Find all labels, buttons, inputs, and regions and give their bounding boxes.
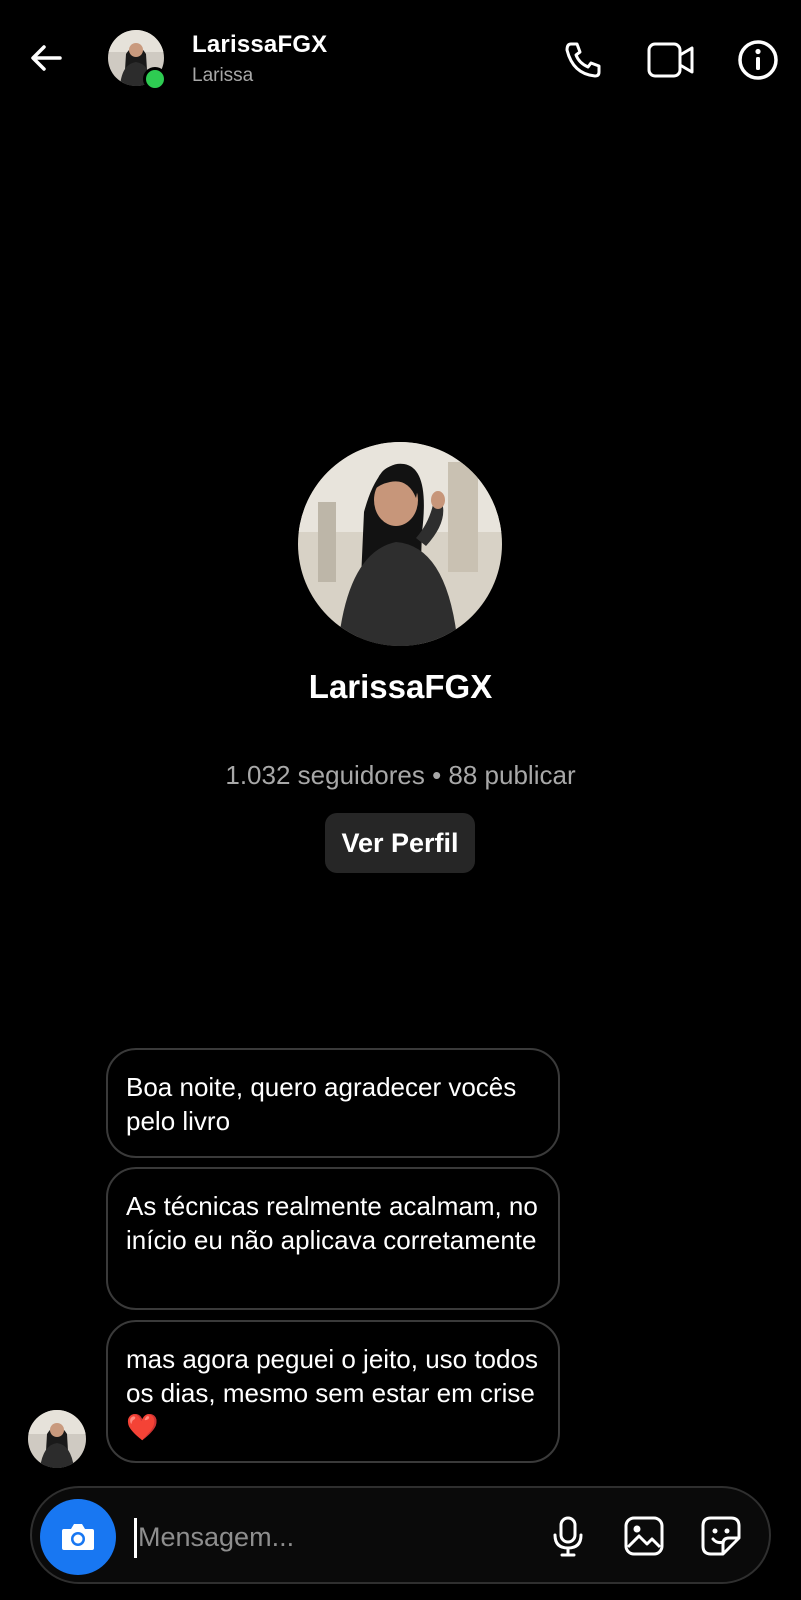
sticker-icon — [701, 1516, 741, 1556]
text-cursor — [134, 1518, 137, 1558]
sticker-button[interactable] — [699, 1514, 743, 1558]
camera-button[interactable] — [40, 1499, 116, 1575]
voice-call-button[interactable] — [561, 38, 605, 82]
info-icon — [738, 40, 778, 80]
message-text: Boa noite, quero agradecer vocês pelo li… — [126, 1072, 517, 1136]
chat-header: LarissaFGX Larissa — [0, 0, 801, 120]
message-bubble[interactable]: Boa noite, quero agradecer vocês pelo li… — [106, 1048, 560, 1158]
video-camera-icon — [647, 42, 694, 78]
camera-icon — [62, 1524, 94, 1550]
message-bubble[interactable]: mas agora peguei o jeito, uso todos os d… — [106, 1320, 560, 1463]
view-profile-button[interactable]: Ver Perfil — [325, 813, 475, 873]
profile-avatar[interactable] — [298, 442, 502, 646]
back-button[interactable] — [26, 38, 66, 78]
chat-screen: LarissaFGX Larissa LarissaFGX 1.032 segu… — [0, 0, 801, 1600]
profile-name: LarissaFGX — [308, 668, 493, 705]
online-status-indicator — [143, 67, 167, 91]
message-bubble[interactable]: As técnicas realmente acalmam, no início… — [106, 1167, 560, 1310]
heart-emoji: ❤️ — [126, 1412, 159, 1442]
back-arrow-icon — [31, 45, 62, 71]
contact-subtitle: Larissa — [192, 65, 254, 86]
gallery-icon — [624, 1516, 664, 1556]
message-input[interactable] — [138, 1514, 518, 1560]
message-text: mas agora peguei o jeito, uso todos os d… — [126, 1344, 538, 1408]
message-text: As técnicas realmente acalmam, no início… — [126, 1191, 538, 1255]
microphone-icon — [553, 1516, 583, 1557]
profile-stats: 1.032 seguidores • 88 publicar — [225, 760, 576, 790]
gallery-button[interactable] — [622, 1514, 666, 1558]
info-button[interactable] — [736, 38, 780, 82]
video-call-button[interactable] — [647, 38, 694, 82]
contact-name[interactable]: LarissaFGX — [192, 31, 327, 59]
sender-avatar[interactable] — [28, 1410, 86, 1468]
phone-icon — [565, 42, 601, 78]
voice-message-button[interactable] — [546, 1514, 590, 1558]
